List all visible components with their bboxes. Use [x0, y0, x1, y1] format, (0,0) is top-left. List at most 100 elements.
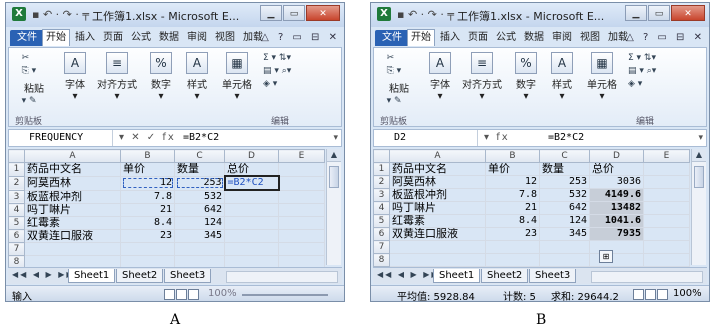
- maximize-button[interactable]: ▭: [283, 5, 305, 21]
- cut-icon[interactable]: ✂: [378, 52, 420, 65]
- cell-referenced[interactable]: 253: [174, 175, 225, 191]
- formula-buttons[interactable]: ▾ fx: [484, 130, 510, 146]
- cell[interactable]: 单价: [120, 162, 175, 177]
- cell[interactable]: [643, 175, 690, 189]
- cell[interactable]: 124: [539, 214, 590, 228]
- view-mode-icons[interactable]: [164, 289, 200, 300]
- scroll-up-icon[interactable]: ▲: [327, 149, 341, 162]
- row-header[interactable]: 4: [373, 201, 390, 215]
- row-header[interactable]: 8: [373, 253, 390, 267]
- tab-file[interactable]: 文件: [10, 30, 44, 46]
- cell[interactable]: [278, 216, 325, 230]
- row-header[interactable]: 3: [8, 189, 25, 204]
- cells-group[interactable]: ▦ 单元格 ▾: [582, 52, 622, 102]
- cell[interactable]: [643, 253, 690, 267]
- tab-view[interactable]: 视图: [577, 30, 603, 46]
- scroll-up-icon[interactable]: ▲: [692, 149, 706, 162]
- tab-home[interactable]: 开始: [42, 29, 70, 46]
- row-header[interactable]: 5: [8, 216, 25, 230]
- cell[interactable]: [485, 240, 540, 254]
- cell[interactable]: 药品中文名: [24, 162, 121, 177]
- tab-home[interactable]: 开始: [407, 29, 435, 46]
- cell[interactable]: [589, 253, 644, 267]
- cell-selected[interactable]: 13482: [589, 201, 644, 215]
- column-header-e[interactable]: E: [278, 149, 325, 163]
- cell[interactable]: [224, 229, 279, 243]
- number-group[interactable]: % 数字 ▾: [145, 52, 177, 102]
- select-all-corner[interactable]: [8, 149, 25, 163]
- cell[interactable]: 红霉素: [24, 216, 121, 230]
- fill-icon[interactable]: ▤ ▾ ⌕▾: [263, 65, 311, 78]
- quick-access-toolbar[interactable]: ▪ ↶ · ↷ · ╤: [32, 8, 89, 21]
- cell[interactable]: 345: [174, 229, 225, 243]
- clear-icon[interactable]: ◈ ▾: [628, 78, 676, 91]
- column-header-d[interactable]: D: [224, 149, 279, 163]
- number-group[interactable]: % 数字 ▾: [510, 52, 542, 102]
- tab-page-layout[interactable]: 页面: [465, 30, 491, 46]
- cell[interactable]: 12: [485, 175, 540, 189]
- cut-icon[interactable]: ✂: [13, 52, 55, 65]
- cell[interactable]: [278, 175, 325, 191]
- cell[interactable]: 数量: [174, 162, 225, 177]
- ribbon-window-controls[interactable]: △ ? ▭ ⊟ ✕: [261, 32, 340, 43]
- ribbon-window-controls[interactable]: △ ? ▭ ⊟ ✕: [626, 32, 705, 43]
- autosum-icon[interactable]: Σ ▾ ⇅▾: [263, 52, 311, 65]
- zoom-level[interactable]: 100%: [208, 288, 237, 299]
- clear-icon[interactable]: ◈ ▾: [263, 78, 311, 91]
- zoom-level[interactable]: 100%: [673, 288, 702, 299]
- styles-group[interactable]: A 样式 ▾: [546, 52, 578, 102]
- row-header[interactable]: 7: [8, 242, 25, 256]
- cell[interactable]: [485, 253, 540, 267]
- name-box[interactable]: FREQUENCY: [9, 130, 113, 146]
- cell[interactable]: [539, 240, 590, 254]
- cells-group[interactable]: ▦ 单元格 ▾: [217, 52, 257, 102]
- chevron-down-icon[interactable]: ▾: [698, 130, 703, 146]
- cell[interactable]: [224, 216, 279, 230]
- cell[interactable]: [389, 253, 486, 267]
- column-header-b[interactable]: B: [485, 149, 540, 163]
- alignment-group[interactable]: ≡ 对齐方式 ▾: [458, 52, 506, 102]
- sheet-tab-sheet2[interactable]: Sheet2: [116, 269, 164, 283]
- cell[interactable]: [539, 253, 590, 267]
- cell[interactable]: 7.8: [120, 189, 175, 204]
- sheet-tab-sheet1[interactable]: Sheet1: [433, 269, 481, 283]
- tab-view[interactable]: 视图: [212, 30, 238, 46]
- close-button[interactable]: ✕: [671, 5, 705, 21]
- cell[interactable]: 板蓝根冲剂: [24, 189, 121, 204]
- cell-referenced[interactable]: 12: [120, 175, 175, 191]
- sheet-tab-sheet2[interactable]: Sheet2: [481, 269, 529, 283]
- cell[interactable]: [278, 229, 325, 243]
- cell[interactable]: 642: [539, 201, 590, 215]
- maximize-button[interactable]: ▭: [648, 5, 670, 21]
- tab-review[interactable]: 审阅: [184, 30, 210, 46]
- cell[interactable]: [643, 188, 690, 202]
- cell[interactable]: 8.4: [120, 216, 175, 230]
- tab-data[interactable]: 数据: [521, 30, 547, 46]
- chevron-down-icon[interactable]: ▾: [333, 130, 338, 146]
- row-header[interactable]: 4: [8, 203, 25, 217]
- cell[interactable]: [120, 242, 175, 256]
- cell[interactable]: [24, 242, 121, 256]
- cell[interactable]: 21: [120, 203, 175, 217]
- cell[interactable]: 总价: [224, 162, 279, 177]
- close-button[interactable]: ✕: [306, 5, 340, 21]
- minimize-button[interactable]: ▁: [260, 5, 282, 21]
- row-header[interactable]: 1: [8, 162, 25, 177]
- sheet-tab-sheet1[interactable]: Sheet1: [68, 269, 116, 283]
- column-header-e[interactable]: E: [643, 149, 690, 163]
- paste-button[interactable]: 粘贴: [378, 80, 420, 95]
- cell[interactable]: 8.4: [485, 214, 540, 228]
- scroll-thumb[interactable]: [329, 166, 339, 188]
- cell[interactable]: 532: [539, 188, 590, 202]
- sheet-tab-sheet3[interactable]: Sheet3: [529, 269, 577, 283]
- tab-data[interactable]: 数据: [156, 30, 182, 46]
- cell[interactable]: 7.8: [485, 188, 540, 202]
- cell[interactable]: [278, 242, 325, 256]
- row-header[interactable]: 7: [373, 240, 390, 254]
- format-painter-icon[interactable]: ▾ ✎: [13, 95, 55, 108]
- vertical-scrollbar[interactable]: ▲: [691, 149, 706, 265]
- copy-icon[interactable]: ⎘ ▾: [13, 65, 55, 78]
- scroll-thumb[interactable]: [694, 166, 704, 188]
- cell[interactable]: 642: [174, 203, 225, 217]
- select-all-corner[interactable]: [373, 149, 390, 163]
